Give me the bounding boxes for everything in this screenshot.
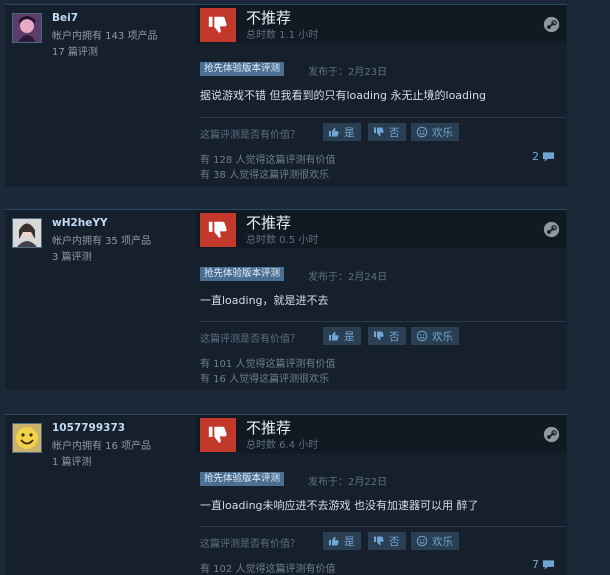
posted-date: 发布于：2月23日 [308,67,388,78]
vote-funny-button[interactable]: 欢乐 [411,327,459,345]
vote-header[interactable]: 不推荐 总时数 0.5 小时 [196,210,566,248]
thumbs-down-icon [374,536,384,546]
vote-funny-label: 欢乐 [432,126,453,139]
review-text[interactable]: 一直loading，就是进不去 [200,292,329,308]
vote-no-button[interactable]: 否 [368,123,406,141]
vote-no-button[interactable]: 否 [368,532,406,550]
comments-link[interactable]: 2 [532,150,555,163]
review-verdict: 不推荐 [246,214,292,232]
early-access-badge: 抢先体验版本评测 [200,472,285,486]
review-count[interactable]: 1 篇评测 [52,453,92,468]
vote-yes-button[interactable]: 是 [323,327,361,345]
thumbs-down-icon [200,213,236,247]
author-name[interactable]: Bei7 [52,12,78,24]
vote-yes-label: 是 [344,330,355,343]
posted-date: 发布于：2月24日 [308,272,388,283]
vote-yes-label: 是 [344,535,355,548]
play-hours: 总时数 0.5 小时 [246,235,319,246]
review-card: wH2heYY 帐户内拥有 35 项产品 3 篇评测 不推荐 总时数 0.5 小… [5,209,567,390]
vote-no-label: 否 [389,330,400,343]
smiley-icon [416,126,428,138]
divider [200,117,566,118]
funny-count: 有 16 人觉得这篇评测很欢乐 [200,374,330,385]
comment-icon [542,151,555,162]
author-name[interactable]: wH2heYY [52,217,108,229]
owned-products[interactable]: 帐户内拥有 143 项产品 [52,27,157,42]
review-verdict: 不推荐 [246,9,292,27]
thumbs-up-icon [329,331,339,341]
helpful-question: 这篇评测是否有价值？ [200,334,300,345]
review-card: Bei7 帐户内拥有 143 项产品 17 篇评测 不推荐 总时数 1.1 小时… [5,4,567,187]
review-count[interactable]: 17 篇评测 [52,43,98,58]
review-verdict: 不推荐 [246,419,292,437]
thumbs-down-icon [200,8,236,42]
divider [200,526,566,527]
thumbs-up-icon [329,127,339,137]
thumbs-down-icon [200,418,236,452]
vote-no-label: 否 [389,126,400,139]
comments-link[interactable]: 7 [532,558,555,571]
review-text[interactable]: 一直loading未响应进不去游戏 也没有加速器可以用 醉了 [200,497,479,513]
thumbs-up-icon [329,536,339,546]
vote-no-label: 否 [389,535,400,548]
vote-funny-label: 欢乐 [432,330,453,343]
divider [200,321,566,322]
early-access-badge: 抢先体验版本评测 [200,267,285,281]
review-card: 1057799373 帐户内拥有 16 项产品 1 篇评测 不推荐 总时数 6.… [5,414,567,575]
owned-products[interactable]: 帐户内拥有 16 项产品 [52,437,151,452]
avatar[interactable] [12,423,42,453]
early-access-badge: 抢先体验版本评测 [200,62,285,76]
steam-icon [543,221,560,238]
review-count[interactable]: 3 篇评测 [52,248,92,263]
vote-funny-button[interactable]: 欢乐 [411,123,459,141]
helpful-question: 这篇评测是否有价值？ [200,130,300,141]
helpful-question: 这篇评测是否有价值？ [200,539,300,550]
vote-yes-button[interactable]: 是 [323,123,361,141]
vote-funny-button[interactable]: 欢乐 [411,532,459,550]
author-name[interactable]: 1057799373 [52,422,125,434]
thumbs-down-icon [374,331,384,341]
vote-no-button[interactable]: 否 [368,327,406,345]
steam-icon [543,426,560,443]
helpful-count: 有 128 人觉得这篇评测有价值 [200,155,336,166]
comment-icon [542,559,555,570]
posted-date: 发布于：2月22日 [308,477,388,488]
helpful-count: 有 101 人觉得这篇评测有价值 [200,359,336,370]
thumbs-down-icon [374,127,384,137]
owned-products[interactable]: 帐户内拥有 35 项产品 [52,232,151,247]
vote-yes-label: 是 [344,126,355,139]
comment-count: 2 [532,150,539,163]
avatar[interactable] [12,218,42,248]
play-hours: 总时数 1.1 小时 [246,30,319,41]
smiley-icon [416,535,428,547]
vote-header[interactable]: 不推荐 总时数 6.4 小时 [196,415,566,453]
avatar[interactable] [12,13,42,43]
comment-count: 7 [532,558,539,571]
smiley-icon [416,330,428,342]
play-hours: 总时数 6.4 小时 [246,440,319,451]
vote-yes-button[interactable]: 是 [323,532,361,550]
vote-funny-label: 欢乐 [432,535,453,548]
steam-icon [543,16,560,33]
funny-count: 有 38 人觉得这篇评测很欢乐 [200,170,330,181]
review-text[interactable]: 据说游戏不错 但我看到的只有loading 永无止境的loading [200,87,486,103]
vote-header[interactable]: 不推荐 总时数 1.1 小时 [196,5,566,43]
